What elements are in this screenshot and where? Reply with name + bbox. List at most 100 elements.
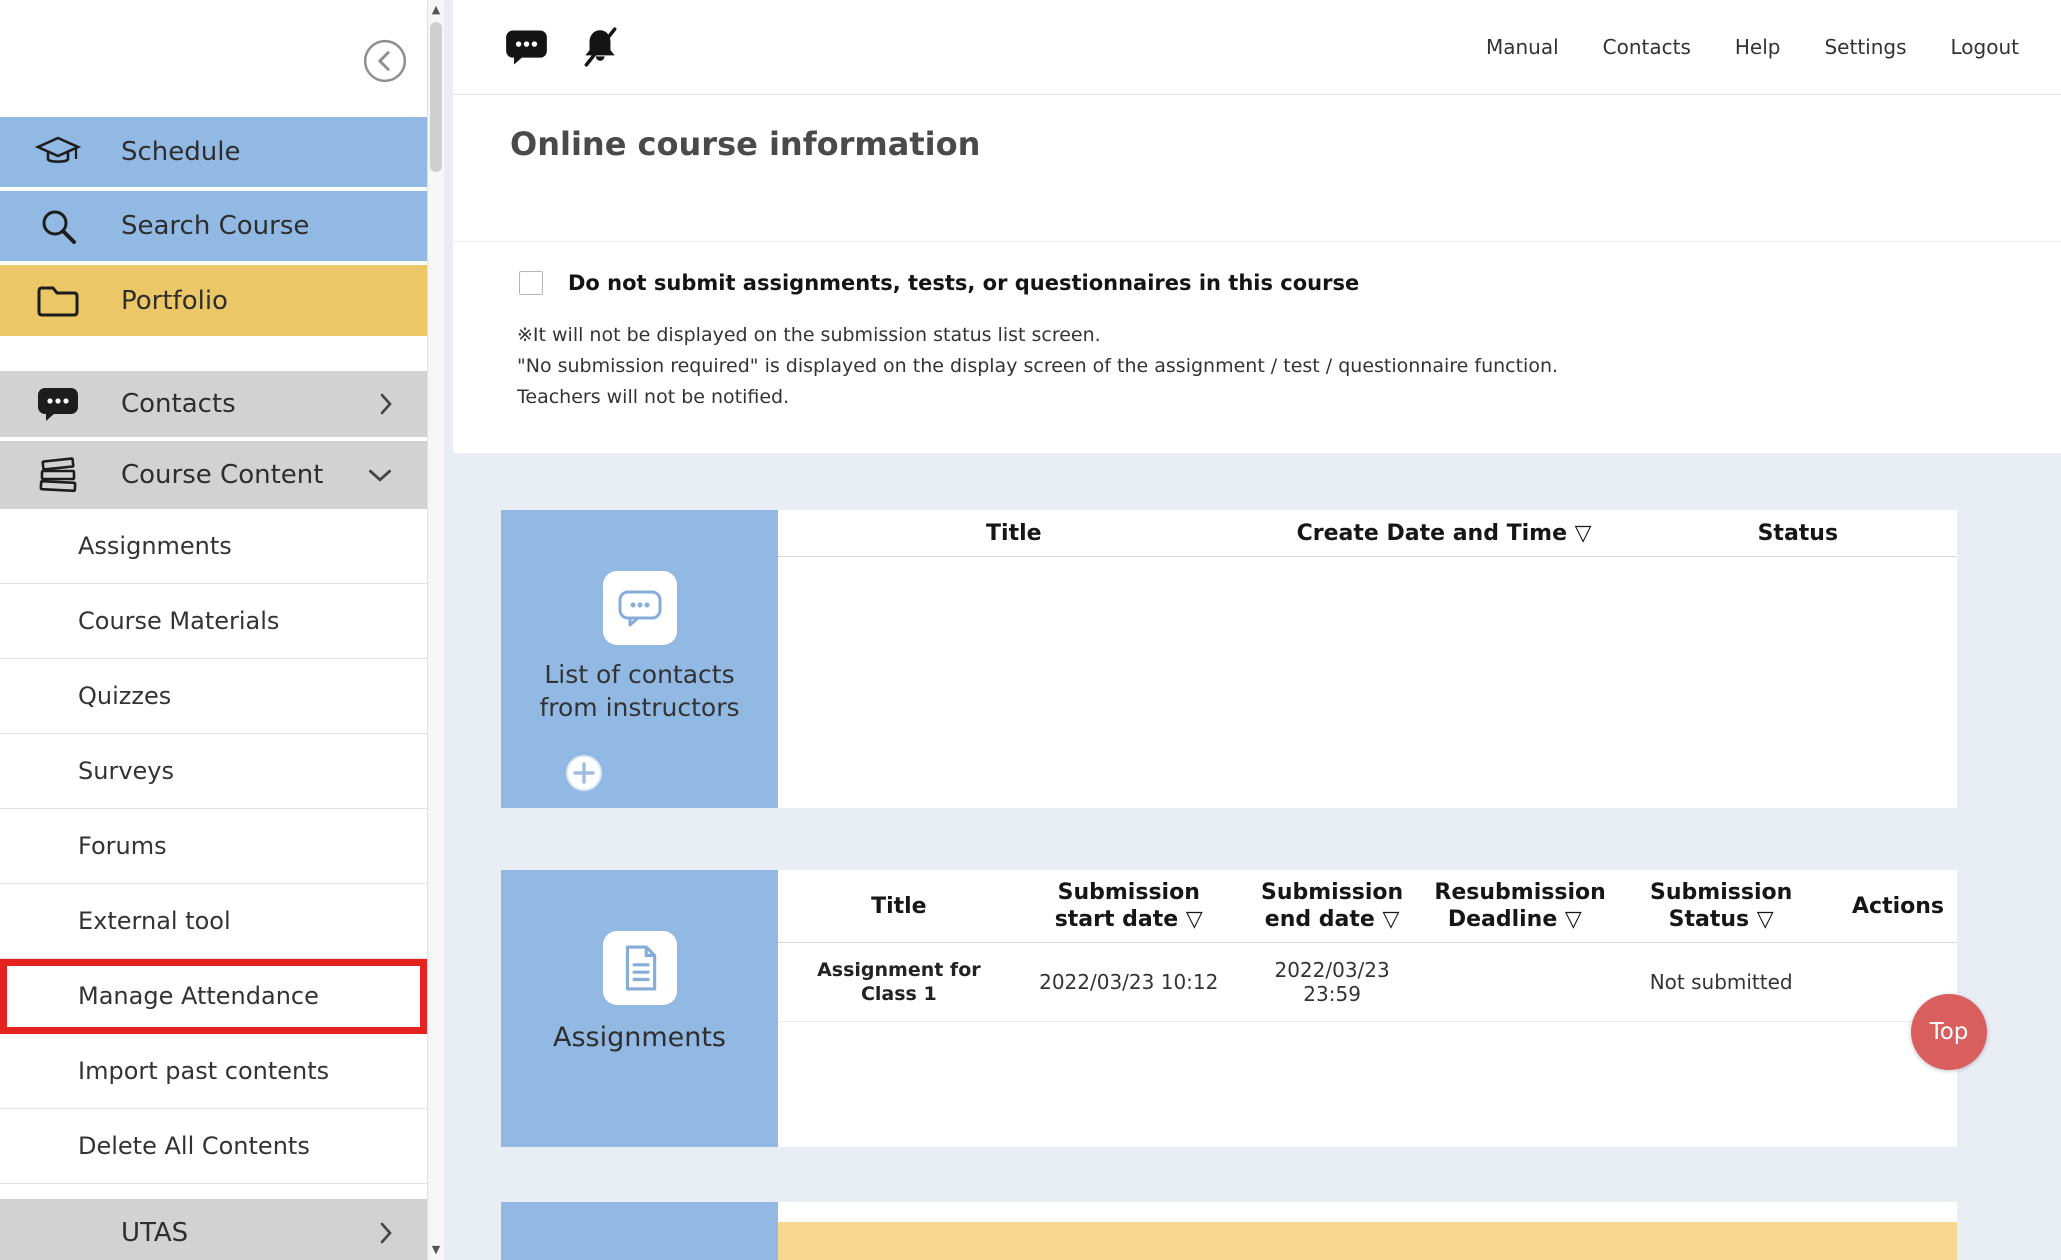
contacts-card-side: List of contacts from instructors xyxy=(501,510,778,808)
column-header-status: Status xyxy=(1639,520,1957,547)
sidebar-subitem-label: Import past contents xyxy=(78,1057,329,1085)
assignments-card: Assignments Title Submission start date … xyxy=(501,870,1957,1147)
sidebar-item-course-materials[interactable]: Course Materials xyxy=(0,584,427,659)
speech-bubble-icon xyxy=(30,386,86,422)
sidebar-item-forums[interactable]: Forums xyxy=(0,809,427,884)
next-card-table xyxy=(778,1202,1957,1260)
sidebar-item-search-course[interactable]: Search Course xyxy=(0,191,427,261)
sidebar-scrollbar[interactable]: ▲ ▼ xyxy=(427,0,444,1260)
sidebar-item-label: Contacts xyxy=(121,389,236,419)
main-content: Manual Contacts Help Settings Logout Onl… xyxy=(444,0,2061,1260)
assignment-status-cell: Not submitted xyxy=(1603,970,1839,994)
contacts-table-header: Title Create Date and Time ▽ Status xyxy=(778,510,1957,557)
chevron-right-icon xyxy=(379,1221,393,1245)
sidebar-item-external-tool[interactable]: External tool xyxy=(0,884,427,959)
assignments-card-title: Assignments xyxy=(553,1021,726,1054)
contacts-card-title-line1: List of contacts xyxy=(539,658,739,691)
sidebar-item-manage-attendance[interactable]: Manage Attendance xyxy=(0,959,427,1034)
sidebar-subitem-label: Manage Attendance xyxy=(78,982,319,1010)
assignment-title-cell[interactable]: Assignment for Class 1 xyxy=(778,958,1020,1006)
sidebar-item-assignments[interactable]: Assignments xyxy=(0,509,427,584)
sidebar-subitem-label: External tool xyxy=(78,907,231,935)
assignment-row: Assignment for Class 1 2022/03/23 10:12 … xyxy=(778,943,1957,1022)
sidebar-item-label: UTAS xyxy=(121,1218,188,1248)
column-header-title: Title xyxy=(778,893,1020,920)
sidebar-item-label: Schedule xyxy=(121,137,240,167)
assignments-table: Title Submission start date ▽ Submission… xyxy=(778,870,1957,1147)
scrollbar-up-arrow[interactable]: ▲ xyxy=(428,3,444,17)
notes: ※It will not be displayed on the submiss… xyxy=(517,320,1558,413)
column-header-submission-status[interactable]: Submission Status ▽ xyxy=(1603,879,1839,933)
highlighted-row xyxy=(778,1222,1957,1260)
nav-help[interactable]: Help xyxy=(1735,35,1781,59)
sidebar-item-contacts[interactable]: Contacts xyxy=(0,371,427,437)
sidebar-item-quizzes[interactable]: Quizzes xyxy=(0,659,427,734)
plus-icon xyxy=(565,780,603,795)
sidebar-subitem-label: Course Materials xyxy=(78,607,279,635)
sidebar-item-course-content[interactable]: Course Content xyxy=(0,441,427,509)
nav-manual[interactable]: Manual xyxy=(1486,35,1559,59)
next-card-partial xyxy=(501,1202,1957,1260)
column-header-resubmission-deadline[interactable]: Resubmission Deadline ▽ xyxy=(1426,879,1603,933)
screen: Schedule Search Course Portfolio Contact… xyxy=(0,0,2061,1260)
column-header-title: Title xyxy=(778,520,1250,547)
nav-contacts[interactable]: Contacts xyxy=(1603,35,1691,59)
graduation-cap-icon xyxy=(30,135,86,169)
page-title: Online course information xyxy=(453,95,2061,163)
contacts-card: List of contacts from instructors Title … xyxy=(501,510,1957,808)
column-header-create-date[interactable]: Create Date and Time ▽ xyxy=(1250,520,1639,547)
column-header-actions: Actions xyxy=(1839,893,1957,920)
assignments-table-header: Title Submission start date ▽ Submission… xyxy=(778,870,1957,943)
sidebar-item-delete-all-contents[interactable]: Delete All Contents xyxy=(0,1109,427,1184)
column-header-submission-start[interactable]: Submission start date ▽ xyxy=(1020,879,1238,933)
column-header-submission-end[interactable]: Submission end date ▽ xyxy=(1238,879,1427,933)
books-icon xyxy=(30,457,86,493)
chevron-down-icon xyxy=(367,468,393,483)
sidebar-subitem-label: Surveys xyxy=(78,757,174,785)
bell-muted-icon[interactable] xyxy=(578,27,622,67)
sidebar-item-utas[interactable]: UTAS xyxy=(0,1199,427,1260)
nav-settings[interactable]: Settings xyxy=(1824,35,1906,59)
contacts-table-body xyxy=(778,557,1957,808)
assignments-card-side: Assignments xyxy=(501,870,778,1147)
sidebar: Schedule Search Course Portfolio Contact… xyxy=(0,0,427,1260)
note-line: ※It will not be displayed on the submiss… xyxy=(517,320,1558,351)
chevron-right-icon xyxy=(379,392,393,416)
sidebar-subitem-label: Assignments xyxy=(78,532,232,560)
add-contact-button[interactable] xyxy=(565,754,603,792)
sidebar-subitem-label: Quizzes xyxy=(78,682,171,710)
chat-icon[interactable] xyxy=(505,29,548,66)
sidebar-item-portfolio[interactable]: Portfolio xyxy=(0,265,427,336)
document-icon xyxy=(603,931,677,1005)
magnifier-icon xyxy=(30,206,86,246)
topbar-nav: Manual Contacts Help Settings Logout xyxy=(1486,35,2019,59)
no-submit-checkbox[interactable] xyxy=(519,271,543,295)
nav-logout[interactable]: Logout xyxy=(1951,35,2019,59)
note-line: "No submission required" is displayed on… xyxy=(517,351,1558,382)
no-submit-checkbox-label: Do not submit assignments, tests, or que… xyxy=(568,271,1359,295)
contacts-card-title: List of contacts from instructors xyxy=(539,658,739,724)
contacts-card-title-line2: from instructors xyxy=(539,691,739,724)
contacts-table: Title Create Date and Time ▽ Status xyxy=(778,510,1957,808)
folder-icon xyxy=(30,284,86,318)
note-line: Teachers will not be notified. xyxy=(517,382,1558,413)
assignments-table-body xyxy=(778,1022,1957,1147)
scrollbar-thumb[interactable] xyxy=(430,22,442,172)
sidebar-collapse-button[interactable] xyxy=(362,38,408,84)
sidebar-subitem-label: Delete All Contents xyxy=(78,1132,310,1160)
options-panel: Do not submit assignments, tests, or que… xyxy=(453,242,2061,453)
sidebar-subitem-label: Forums xyxy=(78,832,167,860)
assignment-end-cell: 2022/03/23 23:59 xyxy=(1238,958,1427,1006)
scroll-to-top-button[interactable]: Top xyxy=(1911,994,1987,1070)
sidebar-item-import-past-contents[interactable]: Import past contents xyxy=(0,1034,427,1109)
sidebar-item-label: Course Content xyxy=(121,460,323,490)
back-arrow-circle-icon xyxy=(362,72,408,87)
title-panel: Online course information xyxy=(453,95,2061,242)
scrollbar-down-arrow[interactable]: ▼ xyxy=(428,1243,444,1257)
assignment-start-cell: 2022/03/23 10:12 xyxy=(1020,970,1238,994)
sidebar-item-label: Portfolio xyxy=(121,286,228,316)
sidebar-item-surveys[interactable]: Surveys xyxy=(0,734,427,809)
sidebar-item-label: Search Course xyxy=(121,211,309,241)
sidebar-item-schedule[interactable]: Schedule xyxy=(0,117,427,187)
chat-bubble-icon xyxy=(603,571,677,645)
